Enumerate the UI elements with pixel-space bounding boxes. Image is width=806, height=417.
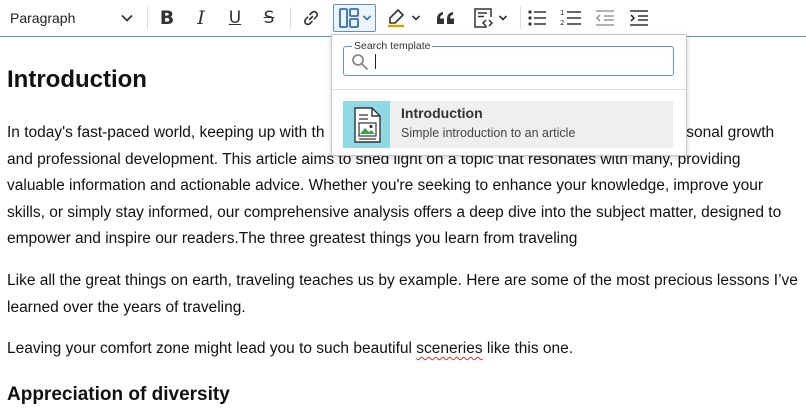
paragraph-intro-start: In today's fast-paced world, keeping up … [7, 124, 325, 141]
indent-button[interactable] [627, 4, 651, 32]
bold-button[interactable]: B [155, 4, 179, 32]
search-template-label: Search template [352, 40, 433, 52]
bulleted-list-icon [528, 10, 546, 26]
paragraph-comfort-zone: Leaving your comfort zone might lead you… [7, 336, 799, 363]
paragraph-comfort-zone-text: Leaving your comfort zone might lead you… [7, 340, 417, 357]
template-description: Simple introduction to an article [401, 126, 576, 140]
highlight-button[interactable] [380, 4, 426, 32]
search-icon [351, 53, 369, 75]
misspelled-word[interactable]: sceneries [416, 340, 482, 357]
toolbar-divider [520, 7, 521, 29]
strikethrough-button[interactable]: S [257, 4, 281, 32]
toolbar-divider [147, 7, 148, 29]
document-image-icon [343, 101, 390, 148]
paragraph-format-select[interactable]: Paragraph [0, 4, 142, 32]
text-cursor [375, 54, 376, 69]
heading-introduction: Introduction [7, 66, 147, 93]
chevron-down-icon [362, 15, 371, 21]
svg-text:1: 1 [560, 9, 564, 17]
template-icon [338, 8, 359, 28]
outdent-icon [595, 10, 614, 26]
template-search-input[interactable]: Search template [343, 40, 674, 76]
link-icon [304, 10, 318, 26]
panel-divider [332, 89, 686, 90]
quote-icon [437, 12, 454, 24]
indent-icon [630, 10, 648, 26]
italic-button[interactable]: I [189, 4, 213, 32]
template-title: Introduction [401, 105, 483, 121]
svg-text:2: 2 [560, 19, 564, 27]
link-button[interactable] [298, 4, 324, 32]
chevron-down-icon [498, 15, 508, 21]
paragraph-travel-lessons: Like all the great things on earth, trav… [7, 272, 798, 316]
editor-toolbar: Paragraph B I U S 12 [0, 0, 806, 37]
chevron-down-icon [411, 15, 421, 21]
highlighter-icon [388, 9, 404, 28]
heading-appreciation-of-diversity: Appreciation of diversity [7, 384, 230, 405]
insert-template-button[interactable] [333, 4, 376, 32]
numbered-list-icon: 12 [560, 9, 581, 27]
underline-button[interactable]: U [223, 4, 247, 32]
chevron-down-icon [120, 11, 134, 28]
toolbar-divider [290, 7, 291, 29]
source-code-icon [474, 8, 494, 28]
source-code-button[interactable] [466, 4, 514, 32]
outdent-button[interactable] [593, 4, 617, 32]
paragraph-format-label: Paragraph [10, 10, 76, 26]
bulleted-list-button[interactable] [525, 4, 549, 32]
template-item-introduction[interactable]: Introduction Simple introduction to an a… [343, 101, 673, 148]
blockquote-button[interactable] [433, 4, 459, 32]
template-dropdown-panel: Search template Introduction Simple intr… [331, 34, 687, 156]
paragraph-comfort-zone-end: like this one. [482, 340, 574, 357]
numbered-list-button[interactable]: 12 [559, 4, 583, 32]
